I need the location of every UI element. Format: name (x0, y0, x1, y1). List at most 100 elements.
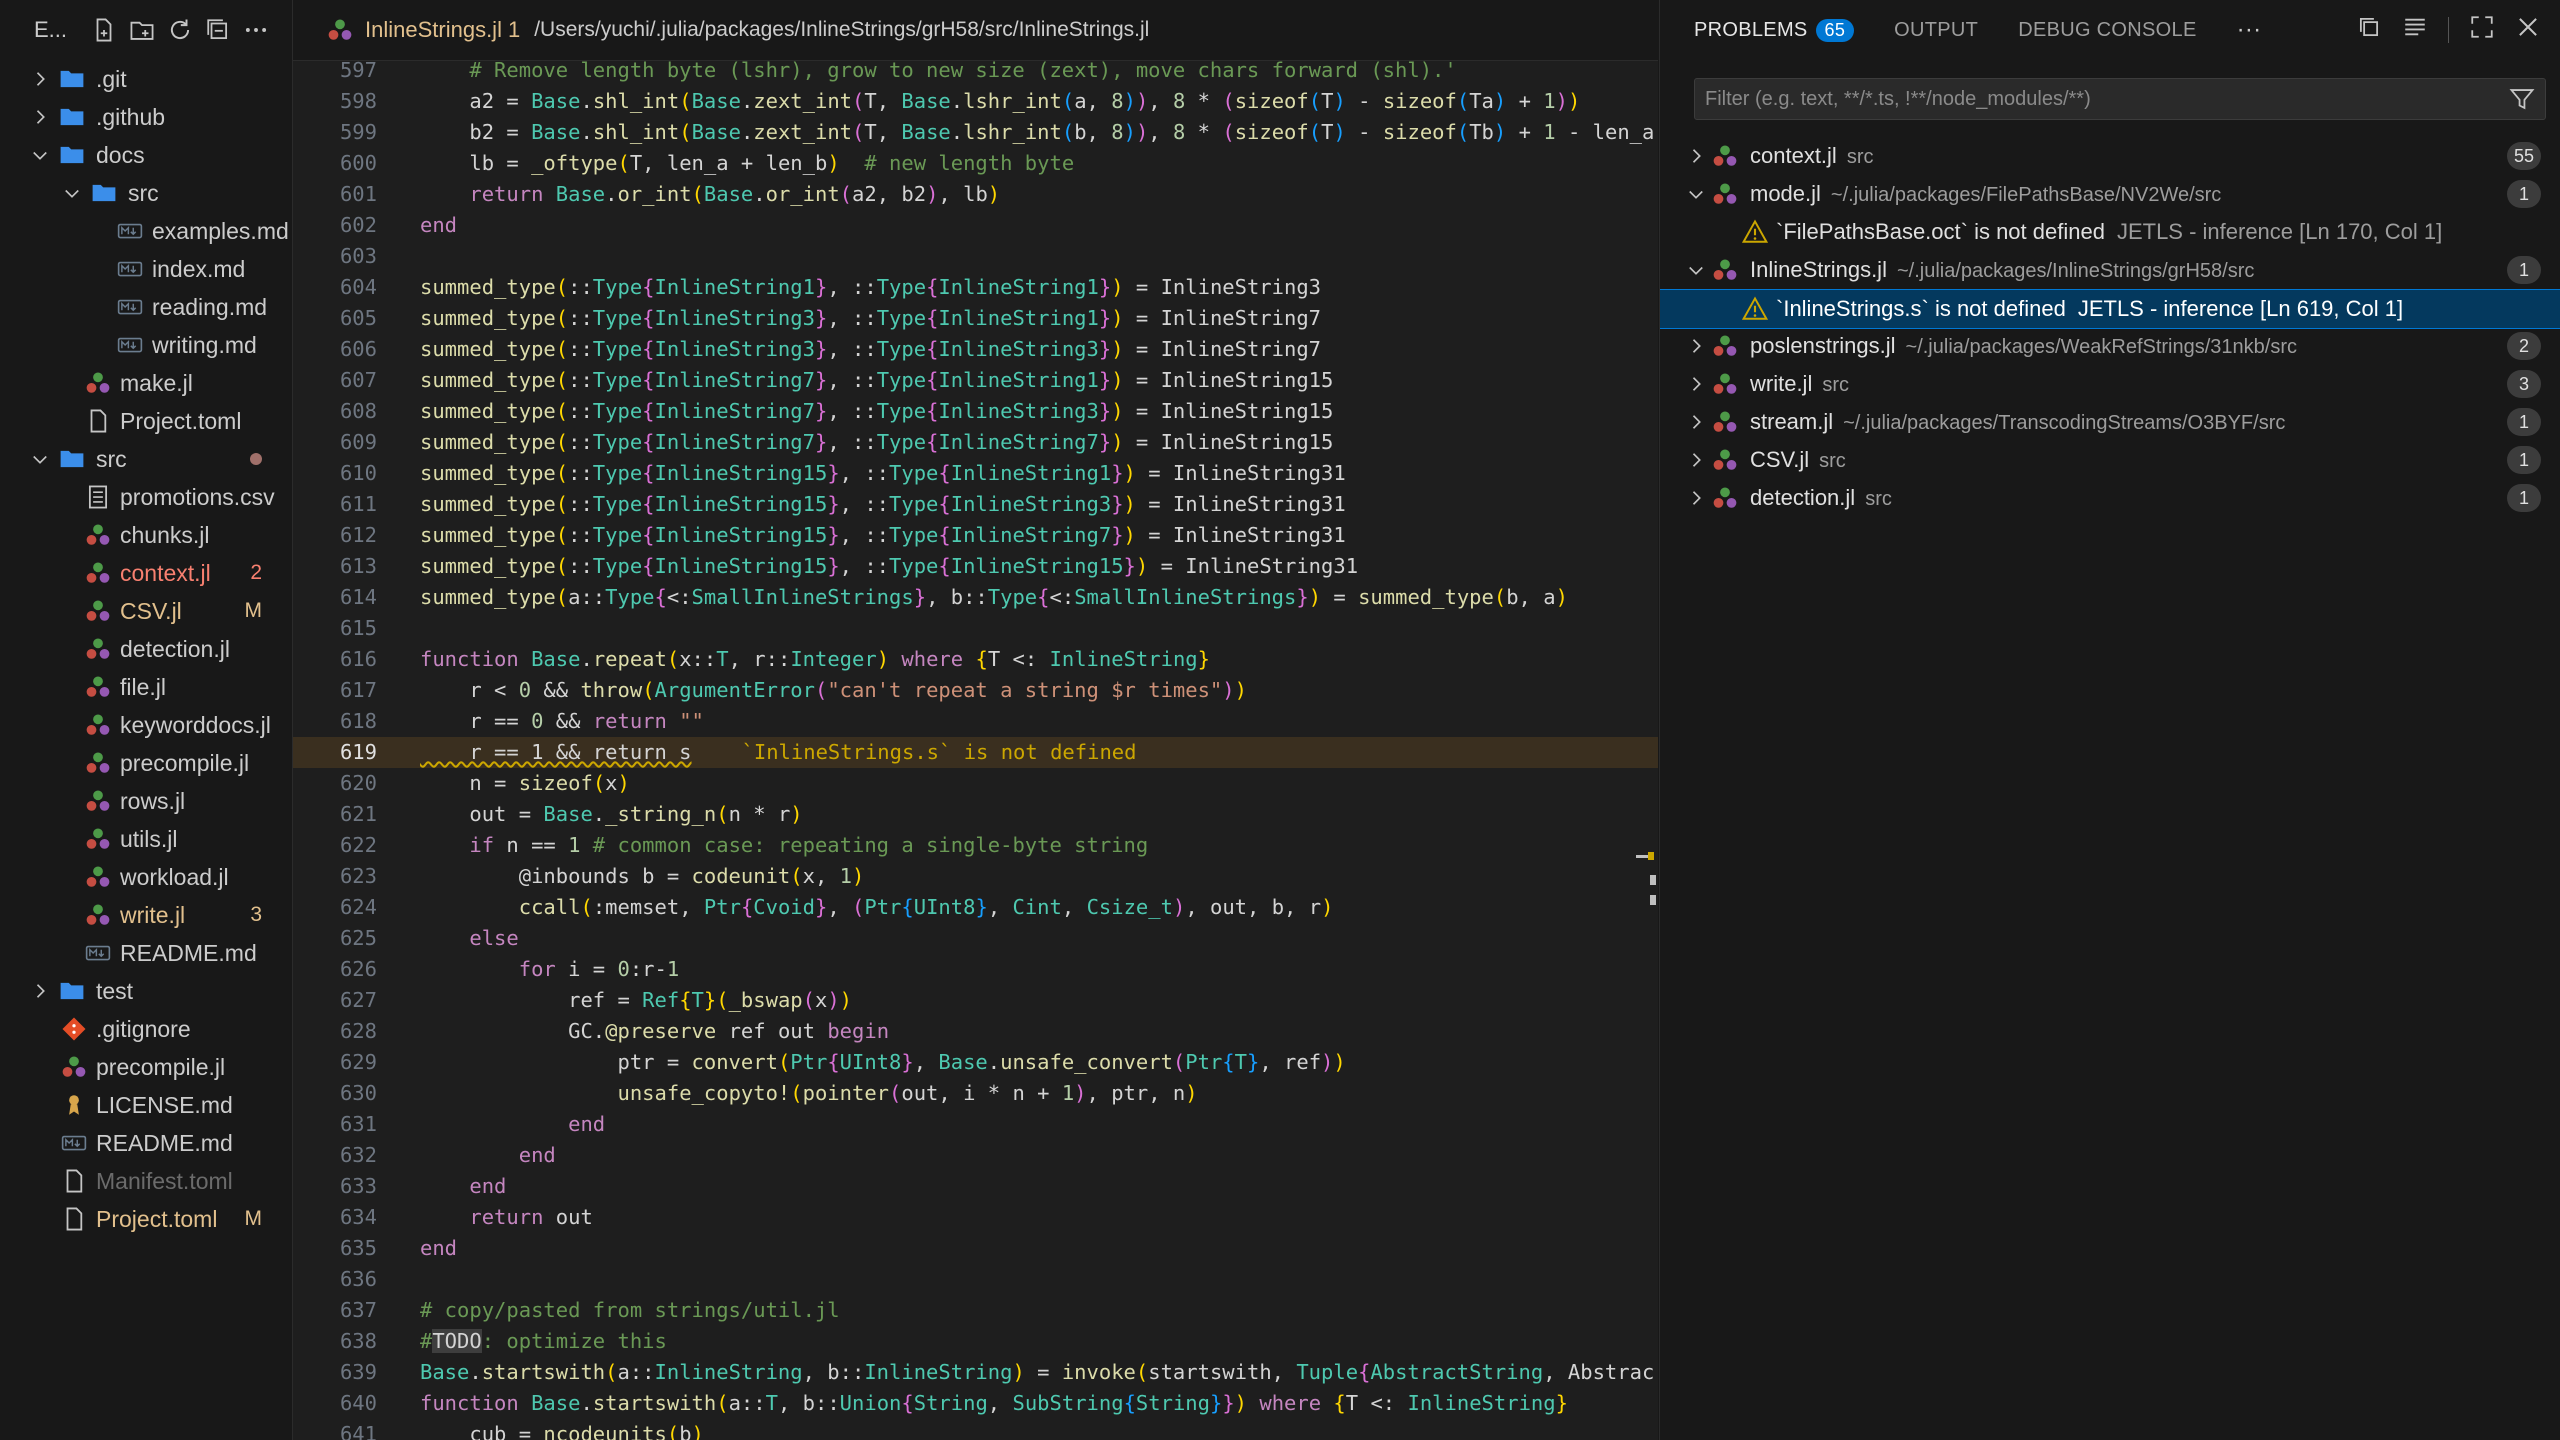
problem-file-dir: src (1822, 374, 1850, 396)
problem-file-group[interactable]: CSV.jl src 1 (1660, 441, 2560, 479)
line-source: summed_type(::Type{InlineString15}, ::Ty… (420, 461, 1346, 485)
new-file-button[interactable] (85, 11, 123, 49)
file-item[interactable]: Project.toml (0, 402, 292, 440)
julia-file-icon (86, 524, 110, 545)
markdown-icon (117, 299, 143, 315)
file-item[interactable]: CSV.jl M (0, 592, 292, 630)
file-item[interactable]: promotions.csv (0, 478, 292, 516)
line-number: 638 (339, 1329, 377, 1353)
file-name: utils.jl (120, 825, 178, 852)
folder-item[interactable]: .git (0, 60, 292, 98)
folder-item[interactable]: test (0, 972, 292, 1010)
tab-output[interactable]: OUTPUT (1894, 19, 1978, 42)
code-line: 604 summed_type(::Type{InlineString1}, ::… (293, 272, 1658, 303)
file-name: write.jl (120, 901, 186, 928)
file-item[interactable]: keyworddocs.jl (0, 706, 292, 744)
file-name: chunks.jl (120, 521, 210, 548)
close-panel-button[interactable] (2515, 14, 2541, 46)
code-editor[interactable]: InlineStrings.jl 1 /Users/yuchi/.julia/p… (293, 0, 1658, 1440)
copy-icon (2359, 17, 2379, 37)
folder-item[interactable]: src (0, 440, 292, 478)
problem-count-badge: 55 (2507, 142, 2541, 170)
problem-file-dir: ~/.julia/packages/FilePathsBase/NV2We/sr… (1830, 184, 2222, 206)
editor-file-path: /Users/yuchi/.julia/packages/InlineStrin… (534, 18, 1150, 41)
line-number: 610 (339, 461, 377, 485)
file-item[interactable]: writing.md (0, 326, 292, 364)
file-item[interactable]: index.md (0, 250, 292, 288)
file-item[interactable]: chunks.jl (0, 516, 292, 554)
code-line: 636 (293, 1264, 1658, 1295)
problem-item[interactable]: `FilePathsBase.oct` is not defined JETLS … (1660, 213, 2560, 251)
tab-debug-console[interactable]: DEBUG CONSOLE (2018, 19, 2196, 42)
panel-more-button[interactable]: ··· (2237, 16, 2262, 44)
folder-item[interactable]: docs (0, 136, 292, 174)
file-item[interactable]: make.jl (0, 364, 292, 402)
code-line: 610 summed_type(::Type{InlineString15}, :… (293, 458, 1658, 489)
julia-file-icon (86, 638, 110, 659)
folder-item[interactable]: src (0, 174, 292, 212)
file-item[interactable]: workload.jl (0, 858, 292, 896)
problem-file-dir: ~/.julia/packages/WeakRefStrings/31nkb/s… (1905, 336, 2298, 358)
problem-file-group[interactable]: InlineStrings.jl ~/.julia/packages/Inline… (1660, 251, 2560, 289)
code-line: 627 ref = Ref{T}(_bswap(x)) (293, 985, 1658, 1016)
line-number: 637 (339, 1298, 377, 1322)
code-line: 625 else (293, 923, 1658, 954)
folder-item[interactable]: .github (0, 98, 292, 136)
code-line: 632 end (293, 1140, 1658, 1171)
maximize-panel-button[interactable] (2469, 14, 2495, 46)
filter-icon[interactable] (2509, 86, 2535, 112)
problem-message: `InlineStrings.s` is not defined JETLS - … (1776, 296, 2404, 321)
refresh-button[interactable] (161, 11, 199, 49)
line-source: @inbounds b = codeunit(x, 1) (420, 864, 865, 888)
file-item[interactable]: .gitignore (0, 1010, 292, 1048)
file-item[interactable]: precompile.jl (0, 744, 292, 782)
file-item[interactable]: utils.jl (0, 820, 292, 858)
collapse-all-button[interactable] (199, 11, 237, 49)
chevron-right-icon (1692, 377, 1701, 391)
problem-count-badge: 1 (2507, 484, 2541, 512)
chevron-right-icon (1692, 491, 1701, 505)
file-name: .github (96, 103, 166, 130)
file-item[interactable]: file.jl (0, 668, 292, 706)
new-folder-button[interactable] (123, 11, 161, 49)
editor-tab-title[interactable]: InlineStrings.jl (365, 17, 502, 43)
chevron-down-icon (1689, 266, 1703, 275)
markdown-icon (85, 945, 111, 961)
line-source: summed_type(::Type{InlineString7}, ::Typ… (420, 430, 1334, 454)
file-item[interactable]: detection.jl (0, 630, 292, 668)
file-item[interactable]: reading.md (0, 288, 292, 326)
code-line: 619 r == 1 && return s `InlineStrings.s` … (293, 737, 1658, 768)
line-source: summed_type(::Type{InlineString7}, ::Typ… (420, 399, 1334, 423)
file-item[interactable]: examples.md (0, 212, 292, 250)
line-source: out = Base._string_n(n * r) (420, 802, 803, 826)
problem-file-group[interactable]: context.jl src 55 (1660, 137, 2560, 175)
problem-file-group[interactable]: poslenstrings.jl ~/.julia/packages/WeakRe… (1660, 327, 2560, 365)
file-name: .gitignore (96, 1015, 191, 1042)
problem-file-name: write.jl src (1750, 371, 1850, 396)
file-item[interactable]: rows.jl (0, 782, 292, 820)
tab-problems[interactable]: PROBLEMS 65 (1694, 18, 1855, 42)
problem-item[interactable]: `InlineStrings.s` is not defined JETLS - … (1660, 289, 2560, 329)
file-item[interactable]: Project.toml M (0, 1200, 292, 1238)
problem-file-dir: src (1819, 450, 1846, 472)
problem-file-group[interactable]: detection.jl src 1 (1660, 479, 2560, 517)
chevron-right-icon (36, 984, 45, 998)
filter-input[interactable] (1695, 86, 2509, 112)
file-item[interactable]: context.jl 2 (0, 554, 292, 592)
word-wrap-button[interactable] (2402, 14, 2428, 46)
code-line: 615 (293, 613, 1658, 644)
file-item[interactable]: write.jl 3 (0, 896, 292, 934)
explorer-more-button[interactable] (237, 11, 275, 49)
chevron-down-icon (33, 151, 47, 160)
file-item[interactable]: precompile.jl (0, 1048, 292, 1086)
copy-button[interactable] (2356, 14, 2382, 46)
problem-file-group[interactable]: stream.jl ~/.julia/packages/TranscodingSt… (1660, 403, 2560, 441)
julia-file-icon (62, 1056, 86, 1077)
file-name: writing.md (152, 331, 257, 358)
file-item[interactable]: LICENSE.md (0, 1086, 292, 1124)
problem-file-group[interactable]: mode.jl ~/.julia/packages/FilePathsBase/N… (1660, 175, 2560, 213)
file-item[interactable]: README.md (0, 1124, 292, 1162)
problem-file-group[interactable]: write.jl src 3 (1660, 365, 2560, 403)
file-item[interactable]: README.md (0, 934, 292, 972)
file-item[interactable]: Manifest.toml (0, 1162, 292, 1200)
